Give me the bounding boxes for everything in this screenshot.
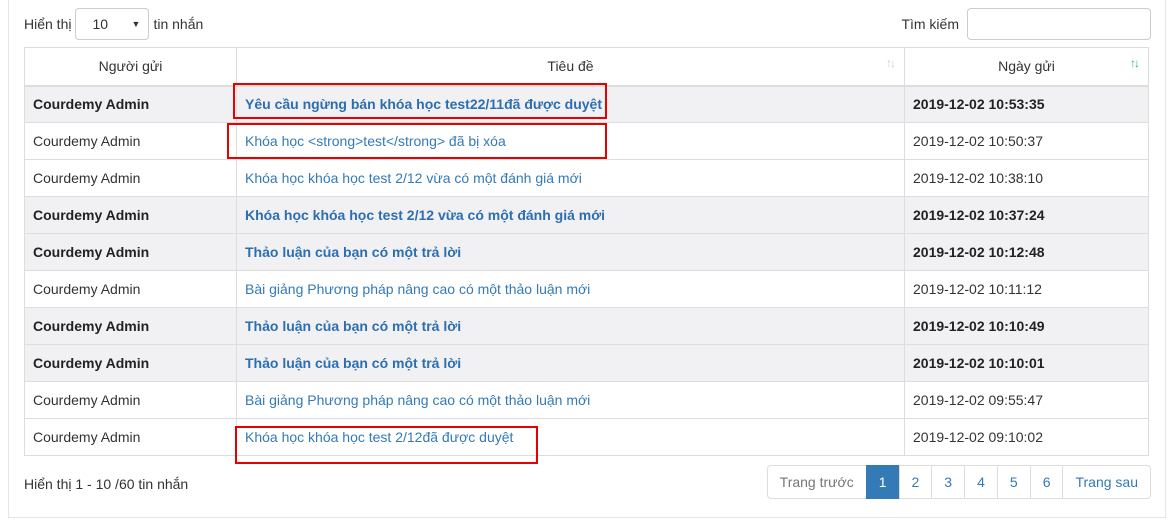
date-cell: 2019-12-02 10:11:12 [904,270,1149,308]
subject-cell: Thảo luận của bạn có một trả lời [236,233,905,271]
table-body: Courdemy Admin Yêu cầu ngừng bán khóa học… [24,85,1149,456]
table-info: Hiển thị 1 - 10 /60 tin nhắn [24,476,189,492]
subject-cell: Thảo luận của bạn có một trả lời [236,344,905,382]
subject-cell: Khóa học <strong>test</strong> đã bị xóa [236,122,905,160]
date-cell: 2019-12-02 10:50:37 [904,122,1149,160]
table-row[interactable]: Courdemy Admin Khóa học khóa học test 2/1… [24,159,1149,197]
length-menu: Hiển thị 10 ▼ tin nhắn [24,7,203,41]
date-cell: 2019-12-02 10:38:10 [904,159,1149,197]
message-subject-link[interactable]: Khóa học khóa học test 2/12 vừa có một đ… [245,170,582,186]
date-cell: 2019-12-02 10:12:48 [904,233,1149,271]
message-subject-link[interactable]: Thảo luận của bạn có một trả lời [245,355,461,371]
message-subject-link[interactable]: Bài giảng Phương pháp nâng cao có một th… [245,392,590,408]
sender-cell: Courdemy Admin [24,418,237,456]
date-cell: 2019-12-02 10:10:49 [904,307,1149,345]
caret-down-icon: ▼ [131,19,141,29]
subject-cell: Thảo luận của bạn có một trả lời [236,307,905,345]
date-cell: 2019-12-02 09:55:47 [904,381,1149,419]
table-row[interactable]: Courdemy Admin Thảo luận của bạn có một t… [24,307,1149,345]
sender-cell: Courdemy Admin [24,159,237,197]
subject-cell: Bài giảng Phương pháp nâng cao có một th… [236,270,905,308]
column-header-label: Ngày gửi [998,58,1055,75]
sender-cell: Courdemy Admin [24,196,237,234]
table-row[interactable]: Courdemy Admin Bài giảng Phương pháp nâng… [24,381,1149,419]
table-row[interactable]: Courdemy Admin Khóa học khóa học test 2/1… [24,418,1149,456]
pagination-page-6[interactable]: 6 [1029,465,1064,499]
subject-cell: Khóa học khóa học test 2/12đã được duyệt [236,418,905,456]
pagination-page-4[interactable]: 4 [964,465,998,499]
pagination-page-3[interactable]: 3 [931,465,966,499]
message-subject-link[interactable]: Thảo luận của bạn có một trả lời [245,244,461,260]
table-header-row: Người gửi Tiêu đề ↑↓ Ngày gửi ↑↓ [24,47,1149,87]
subject-cell: Yêu cầu ngừng bán khóa học test22/11đã đ… [236,85,905,123]
sender-cell: Courdemy Admin [24,381,237,419]
search-box: Tìm kiếm [901,7,1151,41]
message-subject-link[interactable]: Khóa học <strong>test</strong> đã bị xóa [245,133,506,149]
length-menu-prefix: Hiển thị [24,16,72,32]
pagination-page-2[interactable]: 2 [898,465,933,499]
message-subject-link[interactable]: Bài giảng Phương pháp nâng cao có một th… [245,281,590,297]
table-row[interactable]: Courdemy Admin Khóa học <strong>test</str… [24,122,1149,160]
table-row[interactable]: Courdemy Admin Yêu cầu ngừng bán khóa học… [24,85,1149,123]
subject-cell: Khóa học khóa học test 2/12 vừa có một đ… [236,196,905,234]
search-label: Tìm kiếm [901,16,959,32]
table-row[interactable]: Courdemy Admin Thảo luận của bạn có một t… [24,344,1149,382]
sender-cell: Courdemy Admin [24,233,237,271]
sender-cell: Courdemy Admin [24,270,237,308]
column-header-date[interactable]: Ngày gửi ↑↓ [904,47,1149,87]
column-header-subject[interactable]: Tiêu đề ↑↓ [236,47,905,87]
sender-cell: Courdemy Admin [24,344,237,382]
pagination-page-5[interactable]: 5 [996,465,1031,499]
sender-cell: Courdemy Admin [24,122,237,160]
column-header-label: Người gửi [98,58,163,75]
sender-cell: Courdemy Admin [24,307,237,345]
table-row[interactable]: Courdemy Admin Thảo luận của bạn có một t… [24,233,1149,271]
date-cell: 2019-12-02 09:10:02 [904,418,1149,456]
pagination-next[interactable]: Trang sau [1062,465,1151,499]
date-cell: 2019-12-02 10:10:01 [904,344,1149,382]
table-controls: Hiển thị 10 ▼ tin nhắn Tìm kiếm [24,7,1151,41]
pagination: Trang trước 1 2 3 4 5 6 Trang sau [766,465,1151,499]
table-row[interactable]: Courdemy Admin Bài giảng Phương pháp nâng… [24,270,1149,308]
subject-cell: Bài giảng Phương pháp nâng cao có một th… [236,381,905,419]
message-subject-link[interactable]: Khóa học khóa học test 2/12đã được duyệt [245,429,513,445]
sort-both-icon: ↑↓ [886,56,896,70]
page-size-value: 10 [92,16,109,32]
messages-table: Người gửi Tiêu đề ↑↓ Ngày gửi ↑↓ Courdem… [24,47,1149,456]
message-subject-link[interactable]: Thảo luận của bạn có một trả lời [245,318,461,334]
pagination-prev[interactable]: Trang trước [766,465,867,499]
column-header-label: Tiêu đề [547,58,594,75]
search-input[interactable] [967,8,1151,40]
sender-cell: Courdemy Admin [24,85,237,123]
table-row[interactable]: Courdemy Admin Khóa học khóa học test 2/1… [24,196,1149,234]
message-subject-link[interactable]: Khóa học khóa học test 2/12 vừa có một đ… [245,207,605,223]
length-menu-suffix: tin nhắn [153,16,204,32]
date-cell: 2019-12-02 10:53:35 [904,85,1149,123]
pagination-page-1[interactable]: 1 [865,465,900,499]
sort-desc-icon: ↑↓ [1130,56,1140,70]
column-header-sender[interactable]: Người gửi [24,47,237,87]
message-subject-link[interactable]: Yêu cầu ngừng bán khóa học test22/11đã đ… [245,96,602,112]
page-size-select[interactable]: 10 ▼ [75,8,150,40]
subject-cell: Khóa học khóa học test 2/12 vừa có một đ… [236,159,905,197]
date-cell: 2019-12-02 10:37:24 [904,196,1149,234]
